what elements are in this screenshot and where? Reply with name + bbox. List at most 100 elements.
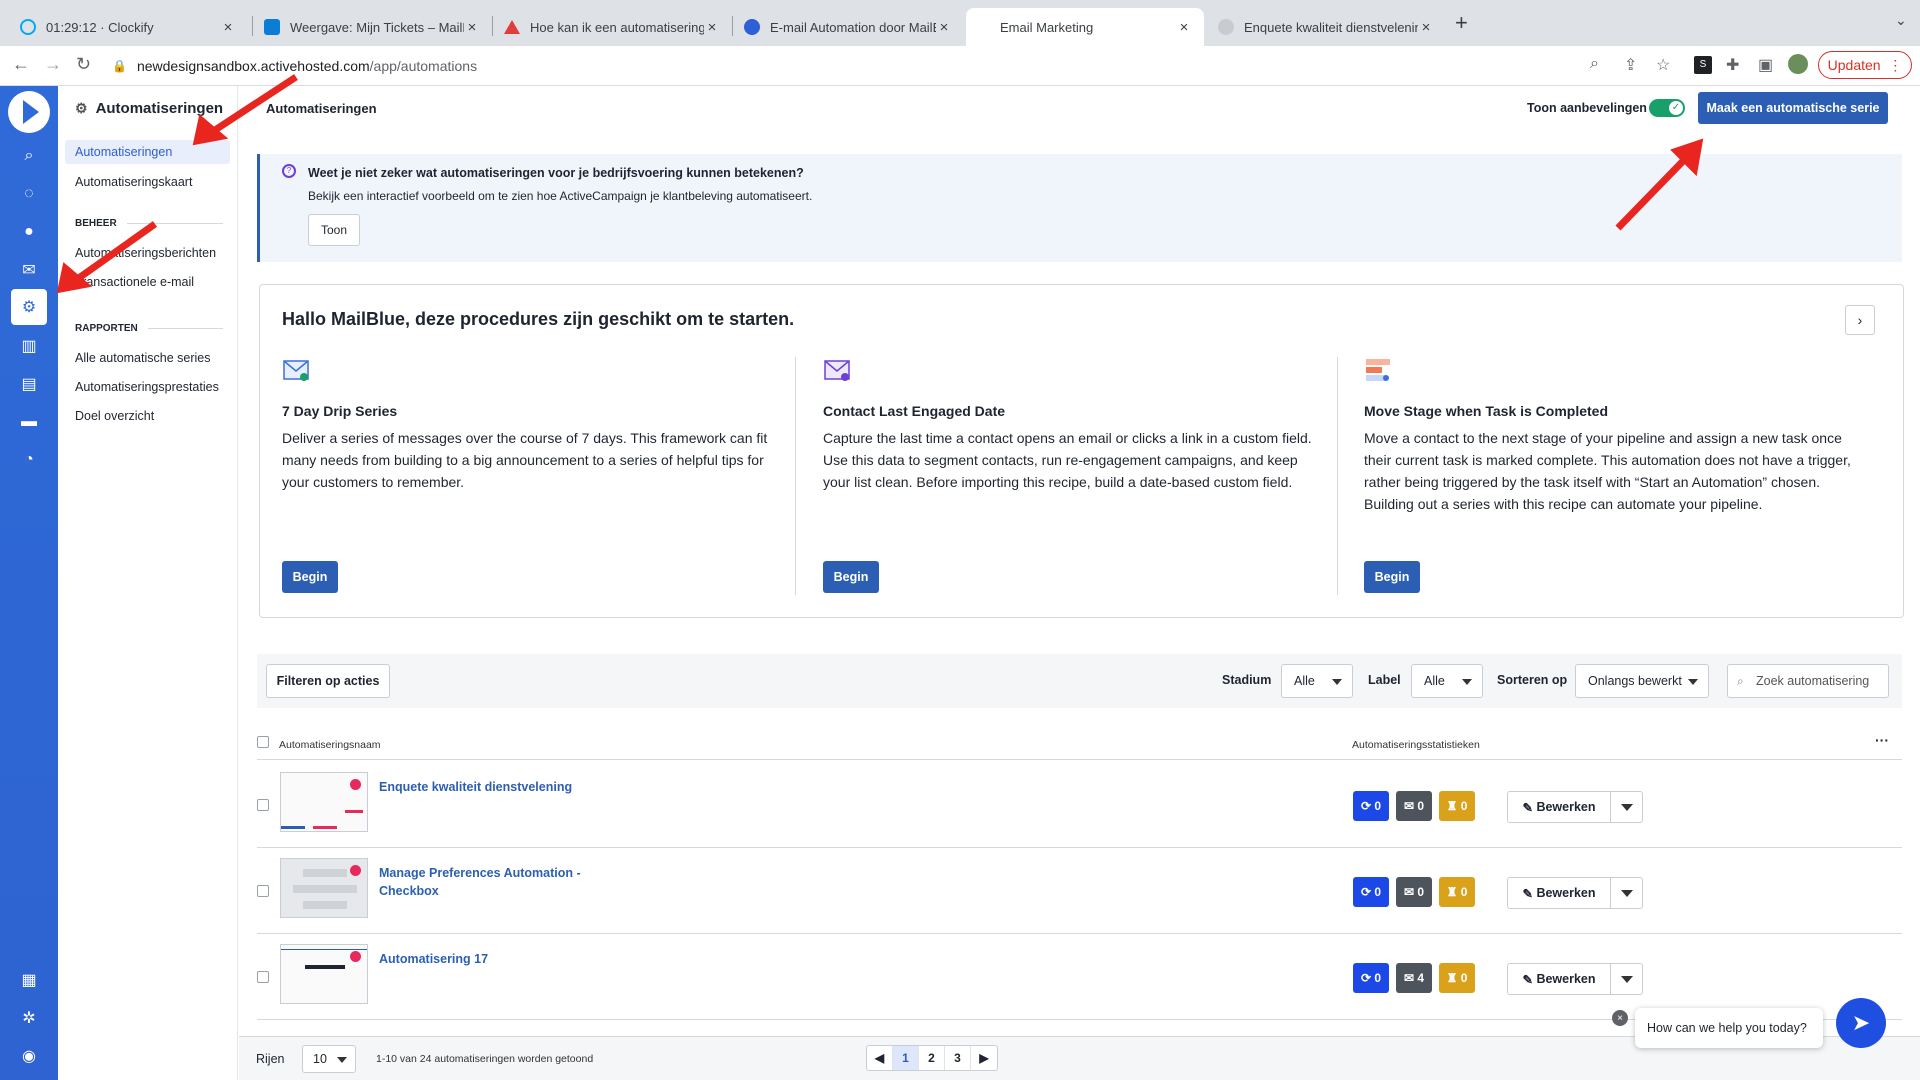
create-automation-button[interactable]: Maak een automatische serie [1698, 92, 1888, 124]
subnav-item-automation-map[interactable]: Automatiseringskaart [65, 170, 230, 194]
filter-actions-button[interactable]: Filteren op acties [266, 664, 390, 698]
apps-grid-icon[interactable]: ▦ [0, 962, 58, 998]
label-filter-select[interactable]: Alle [1411, 664, 1483, 698]
row-checkbox[interactable] [257, 885, 269, 897]
edit-button[interactable]: ✎ Bewerken [1507, 877, 1611, 909]
subnav-item-transactional-email[interactable]: Transactionele e-mail [65, 270, 230, 294]
close-icon[interactable]: × [1176, 19, 1192, 36]
search-icon[interactable]: ⌕ [0, 138, 58, 174]
rows-label: Rijen [256, 1052, 285, 1066]
automation-name-link[interactable]: Manage Preferences Automation - Checkbox [379, 864, 599, 900]
begin-button[interactable]: Begin [282, 561, 338, 593]
share-icon[interactable]: ⇪ [1624, 55, 1637, 75]
show-demo-button[interactable]: Toon [308, 214, 360, 246]
automation-name-link[interactable]: Enquete kwaliteit dienstvelening [379, 778, 599, 796]
conversations-chat-icon[interactable]: ▤ [0, 366, 58, 402]
sort-select[interactable]: Onlangs bewerkt [1575, 664, 1709, 698]
extensions-puzzle-icon[interactable]: ✚ [1726, 55, 1739, 75]
edit-button[interactable]: ✎ Bewerken [1507, 791, 1611, 823]
row-checkbox[interactable] [257, 971, 269, 983]
tab-search-chevron-icon[interactable]: ⌄ [1895, 12, 1907, 29]
emails-stat-badge[interactable]: ✉ 4 [1396, 963, 1432, 993]
chat-launcher-button[interactable]: ➤ [1836, 998, 1886, 1048]
campaigns-envelope-icon[interactable]: ✉ [0, 252, 58, 288]
close-icon[interactable]: × [464, 19, 480, 36]
subnav-item-performance[interactable]: Automatiseringsprestaties [65, 375, 230, 399]
subnav-item-goal-overview[interactable]: Doel overzicht [65, 404, 230, 428]
close-icon[interactable]: × [220, 19, 236, 36]
contacts-stat-badge[interactable]: ⟳ 0 [1353, 963, 1389, 993]
edit-dropdown-button[interactable] [1611, 791, 1643, 823]
browser-tab-enquete[interactable]: Enquete kwaliteit dienstvelenin × [1206, 8, 1446, 46]
row-checkbox[interactable] [257, 799, 269, 811]
bookmark-star-icon[interactable]: ☆ [1656, 55, 1670, 75]
contacts-person-icon[interactable]: ● [0, 214, 58, 250]
goals-stat-badge[interactable]: ♜ 0 [1439, 963, 1475, 993]
contacts-stat-badge[interactable]: ⟳ 0 [1353, 877, 1389, 907]
automation-thumbnail[interactable] [280, 858, 368, 918]
account-avatar-icon[interactable]: ◉ [0, 1038, 58, 1074]
subnav-item-all-series[interactable]: Alle automatische series [65, 346, 230, 370]
page-3[interactable]: 3 [945, 1046, 971, 1070]
deals-board-icon[interactable]: ▥ [0, 328, 58, 364]
search-automation-input[interactable]: ⌕ Zoek automatisering [1727, 664, 1889, 698]
new-tab-icon[interactable]: + [1455, 10, 1468, 36]
subnav-item-automation-messages[interactable]: Automatiseringsberichten [65, 241, 230, 265]
subnav-item-automations[interactable]: Automatiseringen [65, 140, 230, 164]
prev-page-icon[interactable]: ◀ [867, 1046, 893, 1070]
page-2[interactable]: 2 [919, 1046, 945, 1070]
chat-prompt-bubble[interactable]: How can we help you today? [1635, 1008, 1823, 1048]
settings-gear-icon[interactable]: ✲ [0, 1000, 58, 1036]
extension-s-icon[interactable]: S [1694, 56, 1712, 74]
reports-pie-icon[interactable]: ◔ [0, 442, 58, 478]
browser-tab-tickets[interactable]: Weergave: Mijn Tickets – MailB × [252, 8, 492, 46]
back-arrow-icon[interactable]: ← [12, 54, 30, 75]
update-button[interactable]: Updaten ⋮ [1818, 51, 1912, 79]
edit-dropdown-button[interactable] [1611, 963, 1643, 995]
edit-dropdown-button[interactable] [1611, 877, 1643, 909]
begin-button[interactable]: Begin [823, 561, 879, 593]
edit-button[interactable]: ✎ Bewerken [1507, 963, 1611, 995]
goals-count: 0 [1460, 971, 1468, 985]
activecampaign-logo[interactable] [8, 91, 50, 133]
browser-tab-email-marketing[interactable]: Email Marketing × [966, 8, 1204, 46]
browser-tab-help[interactable]: Hoe kan ik een automatisering × [492, 8, 732, 46]
contacts-stat-badge[interactable]: ⟳ 0 [1353, 791, 1389, 821]
browser-tab-email-automation[interactable]: E-mail Automation door MailBl × [732, 8, 964, 46]
begin-button[interactable]: Begin [1364, 561, 1420, 593]
select-all-checkbox[interactable] [257, 736, 269, 748]
chevron-right-icon[interactable]: › [1845, 305, 1875, 335]
rows-per-page-select[interactable]: 10 [302, 1045, 356, 1073]
chat-close-icon[interactable]: × [1612, 1010, 1628, 1026]
automation-thumbnail[interactable] [280, 772, 368, 832]
forward-arrow-icon[interactable]: → [44, 54, 62, 75]
next-page-icon[interactable]: ▶ [971, 1046, 997, 1070]
more-options-icon[interactable]: ··· [1875, 732, 1889, 748]
emails-stat-badge[interactable]: ✉ 0 [1396, 877, 1432, 907]
automations-icon[interactable]: ⚙ [11, 289, 47, 325]
automation-name-link[interactable]: Automatisering 17 [379, 950, 599, 968]
address-bar[interactable]: 🔒 newdesignsandbox.activehosted.com/app/… [112, 51, 1652, 81]
reload-icon[interactable]: ↻ [76, 54, 91, 75]
goals-stat-badge[interactable]: ♜ 0 [1439, 877, 1475, 907]
goals-stat-badge[interactable]: ♜ 0 [1439, 791, 1475, 821]
pencil-icon: ✎ [1522, 972, 1533, 987]
lightbulb-icon[interactable]: ◌ [0, 176, 58, 212]
browser-tab-clockify[interactable]: 01:29:12 · Clockify × [8, 8, 248, 46]
recommendations-toggle[interactable]: ✓ [1649, 99, 1685, 117]
pager: ◀ 1 2 3 ▶ [866, 1045, 998, 1071]
emails-stat-badge[interactable]: ✉ 0 [1396, 791, 1432, 821]
close-icon[interactable]: × [1418, 19, 1434, 36]
website-icon[interactable]: ▬ [0, 404, 58, 440]
page-1[interactable]: 1 [893, 1046, 919, 1070]
stage-filter-select[interactable]: Alle [1281, 664, 1353, 698]
edit-label: Bewerken [1536, 886, 1596, 900]
close-icon[interactable]: × [936, 19, 952, 36]
profile-avatar[interactable] [1788, 54, 1808, 74]
zoom-icon[interactable]: ⌕ [1590, 55, 1599, 73]
automation-thumbnail[interactable] [280, 944, 368, 1004]
column-header-stats: Automatiseringsstatistieken [1352, 739, 1480, 751]
sidebar-panel-icon[interactable]: ▣ [1758, 55, 1773, 75]
icon-rail: ⌕ ◌ ● ✉ ⚙ ▥ ▤ ▬ ◔ ▦ ✲ ◉ [0, 86, 58, 1080]
close-icon[interactable]: × [704, 19, 720, 36]
